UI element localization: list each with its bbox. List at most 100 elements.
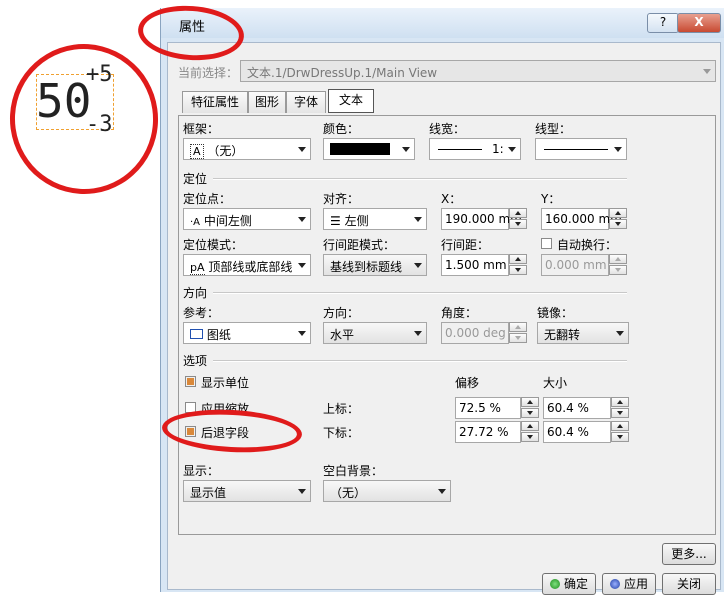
line-type-combo[interactable] bbox=[535, 138, 627, 160]
spin-up-icon[interactable] bbox=[521, 397, 539, 407]
spin-down-icon[interactable] bbox=[521, 432, 539, 442]
blank-background-value: （无） bbox=[330, 486, 367, 500]
line-spacing-input[interactable]: 1.500 mm bbox=[445, 258, 507, 272]
tab-graphics[interactable]: 图形 bbox=[248, 91, 286, 113]
subscript-size-spinner[interactable]: 60.4 % bbox=[543, 421, 629, 443]
angle-label: 角度： bbox=[441, 306, 478, 320]
mirror-combo[interactable]: 无翻转 bbox=[537, 322, 629, 344]
position-mode-value: 顶部线或底部线 bbox=[208, 260, 293, 274]
spin-up-icon[interactable] bbox=[609, 254, 627, 264]
line-type-sample bbox=[544, 149, 608, 150]
line-spacing-spinner[interactable]: 1.500 mm bbox=[441, 254, 527, 276]
chevron-down-icon bbox=[614, 147, 622, 152]
spin-down-icon[interactable] bbox=[609, 265, 627, 275]
auto-wrap-checkbox[interactable] bbox=[541, 238, 552, 249]
spin-up-icon[interactable] bbox=[609, 208, 627, 218]
spin-down-icon[interactable] bbox=[509, 265, 527, 275]
superscript-size-spinner[interactable]: 60.4 % bbox=[543, 397, 629, 419]
mirror-label: 镜像： bbox=[537, 306, 574, 320]
line-spacing-mode-label: 行间距模式： bbox=[323, 238, 396, 252]
current-selection-value: 文本.1/DrwDressUp.1/Main View bbox=[247, 66, 438, 80]
tab-font[interactable]: 字体 bbox=[286, 91, 326, 113]
spin-up-icon[interactable] bbox=[611, 421, 629, 431]
frame-combo[interactable]: A （无） bbox=[183, 138, 311, 160]
current-selection-combo[interactable]: 文本.1/DrwDressUp.1/Main View bbox=[240, 60, 716, 82]
size-header: 大小 bbox=[543, 376, 568, 390]
reference-label: 参考： bbox=[183, 306, 220, 320]
y-spinner[interactable]: 160.000 mm bbox=[541, 208, 627, 230]
superscript-offset-spinner[interactable]: 72.5 % bbox=[455, 397, 539, 419]
chevron-down-icon bbox=[298, 489, 306, 494]
line-spacing-mode-value: 基线到标题线 bbox=[330, 260, 403, 274]
spin-down-icon[interactable] bbox=[509, 219, 527, 229]
tab-feature-properties[interactable]: 特征属性 bbox=[182, 91, 248, 113]
tab-strip: 特征属性 图形 字体 文本 bbox=[182, 89, 712, 115]
color-swatch bbox=[330, 143, 390, 155]
options-section-title: 选项 bbox=[183, 354, 208, 368]
window-close-button[interactable]: X bbox=[677, 13, 721, 33]
chevron-down-icon bbox=[402, 147, 410, 152]
subscript-offset-spinner[interactable]: 27.72 % bbox=[455, 421, 539, 443]
apply-icon bbox=[609, 579, 620, 589]
position-mode-combo[interactable]: pA 顶部线或底部线 bbox=[183, 254, 311, 276]
current-selection-label: 当前选择： bbox=[178, 66, 239, 80]
section-divider bbox=[213, 178, 627, 180]
color-combo[interactable] bbox=[323, 138, 415, 160]
angle-input[interactable]: 0.000 deg bbox=[445, 326, 506, 340]
subscript-size-input[interactable]: 60.4 % bbox=[547, 425, 589, 439]
anchor-label: 定位点： bbox=[183, 192, 232, 206]
text-tab-panel: 框架： A （无） 颜色： 线宽： 1: 线型： 定位 定位点： ·A 中间左侧… bbox=[178, 115, 716, 535]
subscript-label: 下标： bbox=[323, 426, 360, 440]
show-units-checkbox[interactable] bbox=[185, 376, 196, 387]
spin-up-icon[interactable] bbox=[521, 421, 539, 431]
align-label: 对齐： bbox=[323, 192, 360, 206]
line-spacing-mode-combo[interactable]: 基线到标题线 bbox=[323, 254, 427, 276]
offset-header: 偏移 bbox=[455, 376, 480, 390]
more-button[interactable]: 更多... bbox=[662, 543, 716, 565]
anchor-combo[interactable]: ·A 中间左侧 bbox=[183, 208, 311, 230]
help-button[interactable]: ? bbox=[647, 13, 679, 33]
reference-combo[interactable]: 图纸 bbox=[183, 322, 311, 344]
frame-icon: A bbox=[190, 144, 204, 159]
spin-up-icon[interactable] bbox=[509, 254, 527, 264]
align-combo[interactable]: ☰ 左侧 bbox=[323, 208, 427, 230]
superscript-size-input[interactable]: 60.4 % bbox=[547, 401, 589, 415]
spin-down-icon[interactable] bbox=[521, 408, 539, 418]
positioning-section-title: 定位 bbox=[183, 172, 208, 186]
spin-up-icon[interactable] bbox=[509, 322, 527, 332]
auto-wrap-spinner[interactable]: 0.000 mm bbox=[541, 254, 627, 276]
superscript-offset-input[interactable]: 72.5 % bbox=[459, 401, 501, 415]
y-label: Y： bbox=[541, 192, 561, 206]
spin-up-icon[interactable] bbox=[611, 397, 629, 407]
display-label: 显示： bbox=[183, 464, 220, 478]
superscript-label: 上标： bbox=[323, 402, 360, 416]
chevron-down-icon bbox=[414, 331, 422, 336]
position-mode-icon: pA bbox=[190, 261, 205, 275]
subscript-offset-input[interactable]: 27.72 % bbox=[459, 425, 509, 439]
spin-down-icon[interactable] bbox=[609, 219, 627, 229]
auto-wrap-input[interactable]: 0.000 mm bbox=[545, 258, 607, 272]
spin-down-icon[interactable] bbox=[611, 408, 629, 418]
line-type-label: 线型： bbox=[535, 122, 572, 136]
chevron-down-icon bbox=[298, 331, 306, 336]
x-spinner[interactable]: 190.000 mm bbox=[441, 208, 527, 230]
spin-down-icon[interactable] bbox=[611, 432, 629, 442]
blank-background-label: 空白背景： bbox=[323, 464, 384, 478]
spin-up-icon[interactable] bbox=[509, 208, 527, 218]
reference-value: 图纸 bbox=[206, 328, 231, 342]
line-width-sample bbox=[438, 149, 482, 150]
chevron-down-icon bbox=[414, 263, 422, 268]
blank-background-combo[interactable]: （无） bbox=[323, 480, 451, 502]
tab-text[interactable]: 文本 bbox=[328, 89, 374, 113]
angle-spinner[interactable]: 0.000 deg bbox=[441, 322, 527, 344]
spin-down-icon[interactable] bbox=[509, 333, 527, 343]
properties-dialog: 属性 ? X 当前选择： 文本.1/DrwDressUp.1/Main View… bbox=[160, 8, 724, 595]
position-mode-label: 定位模式： bbox=[183, 238, 244, 252]
line-spacing-label: 行间距： bbox=[441, 238, 490, 252]
chevron-down-icon bbox=[616, 331, 624, 336]
line-width-combo[interactable]: 1: bbox=[429, 138, 521, 160]
display-combo[interactable]: 显示值 bbox=[183, 480, 311, 502]
chevron-down-icon bbox=[703, 69, 711, 74]
frame-value: （无） bbox=[207, 144, 244, 158]
direction-combo[interactable]: 水平 bbox=[323, 322, 427, 344]
